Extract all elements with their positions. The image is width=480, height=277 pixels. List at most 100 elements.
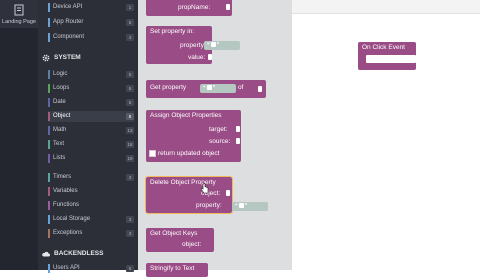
- category-color-bar: [48, 229, 50, 238]
- section-system[interactable]: SYSTEM: [42, 51, 136, 65]
- sidebar-item-label: Math: [53, 127, 67, 133]
- blocks-toolbox: propName: Set property in: property: val…: [138, 0, 292, 277]
- stringify-block-partial[interactable]: Stringify to Text: [146, 263, 208, 277]
- sidebar-item-label: Component: [53, 34, 85, 40]
- input-socket: [236, 126, 240, 132]
- input-socket: [226, 4, 230, 10]
- quote-icon: ❝: [203, 85, 206, 91]
- section-title: BACKENDLESS: [54, 250, 104, 257]
- sidebar-item-logic[interactable]: Logic 5: [48, 69, 134, 80]
- sidebar-item-object[interactable]: Object 8: [48, 111, 134, 122]
- block-count-badge: 3: [126, 216, 134, 223]
- landing-page-nav[interactable]: Landing Page: [0, 0, 38, 28]
- property-label: property:: [196, 202, 222, 209]
- on-click-event-block[interactable]: On Click Event: [358, 42, 416, 70]
- sidebar-item-functions[interactable]: Functions: [48, 200, 134, 211]
- sidebar-item-label: Date: [53, 99, 66, 105]
- sidebar-item-label: Users API: [53, 265, 80, 271]
- sidebar-item-label: Functions: [53, 202, 80, 208]
- sidebar-item-local-storage[interactable]: Local Storage 3: [48, 214, 134, 225]
- assign-object-properties-block[interactable]: Assign Object Properties target: source:…: [146, 110, 241, 162]
- quote-icon: ❞: [244, 203, 248, 209]
- text-string-block[interactable]: ❝ ❞: [200, 84, 236, 93]
- sidebar-item-label: Logic: [53, 71, 68, 77]
- page-icon: [14, 4, 24, 16]
- block-count-badge: 5: [126, 265, 134, 272]
- sidebar-item-loops[interactable]: Loops 5: [48, 83, 134, 94]
- category-color-bar: [48, 173, 50, 182]
- block-title: Assign Object Properties: [150, 112, 222, 119]
- checkbox-label: return updated object: [158, 150, 220, 157]
- sidebar-item-variables[interactable]: Variables: [48, 186, 134, 197]
- property-label: property:: [180, 42, 206, 49]
- delete-object-property-block[interactable]: Delete Object Property object: property:: [145, 176, 233, 214]
- cloud-icon: [42, 251, 50, 257]
- block-title: Stringify to Text: [150, 265, 195, 272]
- category-color-bar: [48, 264, 50, 273]
- category-color-bar: [48, 112, 50, 121]
- quote-icon: ❝: [207, 42, 210, 48]
- block-count-badge: 1: [126, 4, 134, 11]
- return-updated-checkbox[interactable]: [149, 150, 156, 157]
- sidebar-item-exceptions[interactable]: Exceptions 3: [48, 228, 134, 239]
- quote-icon: ❞: [216, 42, 220, 48]
- block-count-badge: 5: [126, 71, 134, 78]
- sidebar-item-app-router[interactable]: App Router 5: [48, 17, 134, 28]
- block-title: Get property: [150, 84, 187, 91]
- block-count-badge: 5: [126, 99, 134, 106]
- source-label: source:: [209, 138, 231, 145]
- quote-icon: ❝: [235, 203, 238, 209]
- object-label: object:: [182, 241, 202, 248]
- sidebar-item-text[interactable]: Text 18: [48, 139, 134, 150]
- block-count-badge: 13: [126, 127, 134, 134]
- text-string-block[interactable]: ❝ ❞: [232, 202, 268, 211]
- hand-cursor-icon: [200, 183, 209, 194]
- statement-slot: [366, 55, 416, 63]
- sidebar-item-timers[interactable]: Timers 3: [48, 172, 134, 183]
- gear-icon: [42, 54, 50, 62]
- category-color-bar: [48, 126, 50, 135]
- sidebar-item-date[interactable]: Date 5: [48, 97, 134, 108]
- set-property-block-partial[interactable]: propName:: [146, 0, 232, 16]
- target-label: target:: [209, 126, 228, 133]
- blocks-sidebar: Device API 1 App Router 5 Component 4 SY…: [38, 0, 138, 273]
- set-property-in-block[interactable]: Set property in: property: value:: [146, 26, 212, 64]
- event-title: On Click Event: [362, 44, 405, 51]
- sidebar-item-label: Text: [53, 141, 65, 147]
- landing-page-label: Landing Page: [2, 19, 36, 25]
- empty-text-field: [238, 203, 244, 209]
- input-socket: [258, 86, 262, 92]
- block-title: Get Object Keys: [150, 230, 198, 237]
- block-count-badge: 3: [126, 174, 134, 181]
- sidebar-item-component[interactable]: Component 4: [48, 32, 134, 43]
- category-color-bar: [48, 98, 50, 107]
- app-rail: Landing Page: [0, 0, 38, 270]
- sidebar-item-users-api[interactable]: Users API 5: [48, 263, 134, 274]
- text-string-block[interactable]: ❝ ❞: [204, 41, 240, 50]
- sidebar-item-label: Device API: [53, 4, 83, 10]
- block-count-badge: 5: [126, 19, 134, 26]
- category-color-bar: [48, 3, 50, 12]
- sidebar-item-label: Variables: [53, 188, 78, 194]
- sidebar-item-lists[interactable]: Lists 19: [48, 153, 134, 164]
- block-count-badge: 18: [126, 141, 134, 148]
- empty-text-field: [210, 42, 216, 48]
- category-color-bar: [48, 18, 50, 27]
- sidebar-item-label: Exceptions: [53, 230, 83, 236]
- logic-canvas[interactable]: [292, 0, 480, 270]
- sidebar-item-device-api[interactable]: Device API 1: [48, 2, 134, 13]
- sidebar-item-math[interactable]: Math 13: [48, 125, 134, 136]
- block-count-badge: 4: [126, 34, 134, 41]
- section-backendless[interactable]: BACKENDLESS: [42, 247, 136, 261]
- sidebar-item-label: App Router: [53, 19, 84, 25]
- input-socket: [226, 190, 230, 196]
- block-count-badge: 19: [126, 155, 134, 162]
- category-color-bar: [48, 84, 50, 93]
- block-count-badge: 5: [126, 85, 134, 92]
- input-socket: [236, 138, 240, 144]
- category-color-bar: [48, 140, 50, 149]
- sidebar-item-label: Timers: [53, 174, 72, 180]
- block-title: Set property in:: [150, 28, 195, 35]
- get-object-keys-block[interactable]: Get Object Keys object:: [146, 228, 214, 252]
- sidebar-item-label: Loops: [53, 85, 70, 91]
